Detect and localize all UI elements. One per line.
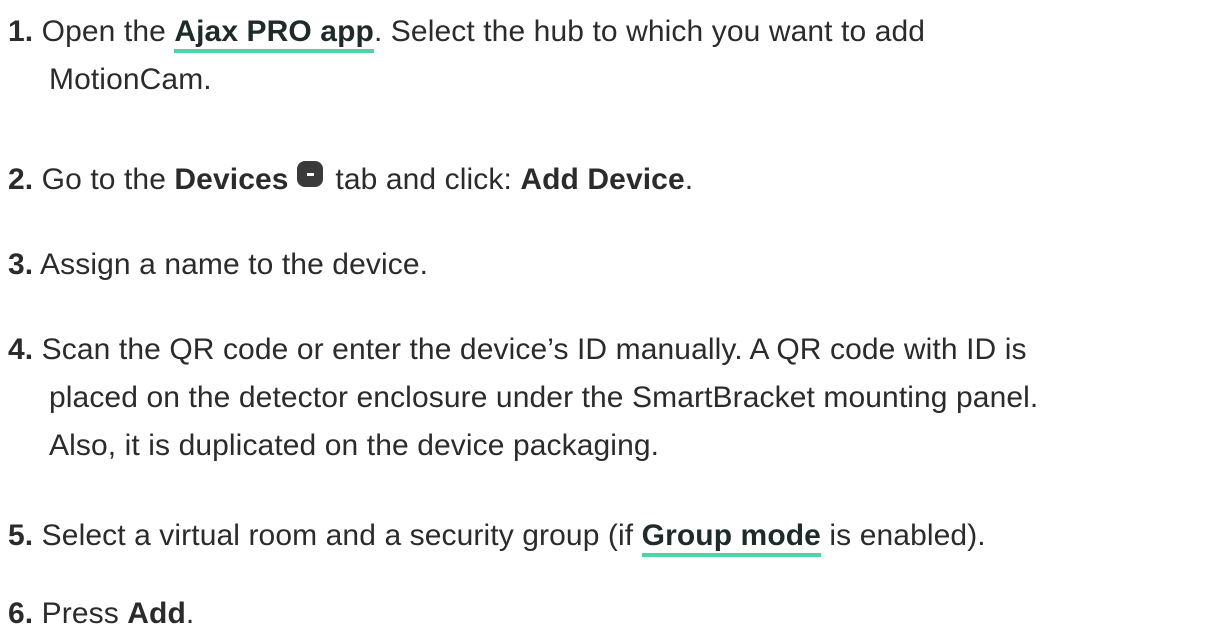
step-number: 6. <box>8 597 34 630</box>
step-text: placed on the detector enclosure under t… <box>49 381 1039 414</box>
step-text: . <box>684 163 694 196</box>
step-text: tab and click: <box>326 163 521 196</box>
step-text: is enabled). <box>820 519 986 552</box>
step-text: Scan the QR code or enter the device’s I… <box>41 333 1027 366</box>
step-number: 5. <box>8 519 34 552</box>
devices-tab-icon <box>296 161 323 187</box>
step-4: 4. Scan the QR code or enter the device’… <box>8 326 1223 470</box>
step-text: . Select the hub to which you want to ad… <box>373 15 926 48</box>
step-number: 4. <box>8 333 34 366</box>
step-2: 2. Go to the Devices tab and click: Add … <box>8 156 1223 204</box>
step-number: 3. <box>8 248 34 281</box>
step-text: Go to the <box>41 163 175 196</box>
add-device-label: Add Device <box>520 163 685 196</box>
add-label: Add <box>127 597 186 630</box>
setup-steps-list: 1. Open the Ajax PRO app. Select the hub… <box>0 0 1229 637</box>
step-text: Assign a name to the device. <box>40 248 429 281</box>
step-1: 1. Open the Ajax PRO app. Select the hub… <box>8 8 1223 104</box>
step-text: Also, it is duplicated on the device pac… <box>49 429 660 462</box>
step-text: Open the <box>41 15 175 48</box>
step-5: 5. Select a virtual room and a security … <box>8 512 1223 560</box>
step-text: Select a virtual room and a security gro… <box>41 519 642 552</box>
step-6: 6. Press Add. <box>8 590 1223 638</box>
step-number: 2. <box>8 163 34 196</box>
step-3: 3. Assign a name to the device. <box>8 241 1223 289</box>
group-mode-link[interactable]: Group mode <box>641 519 821 557</box>
step-text: MotionCam. <box>49 63 212 96</box>
step-text: . <box>185 597 195 630</box>
devices-label: Devices <box>174 163 289 196</box>
step-text: Press <box>41 597 128 630</box>
ajax-pro-app-link[interactable]: Ajax PRO app <box>174 15 374 53</box>
step-number: 1. <box>8 15 34 48</box>
